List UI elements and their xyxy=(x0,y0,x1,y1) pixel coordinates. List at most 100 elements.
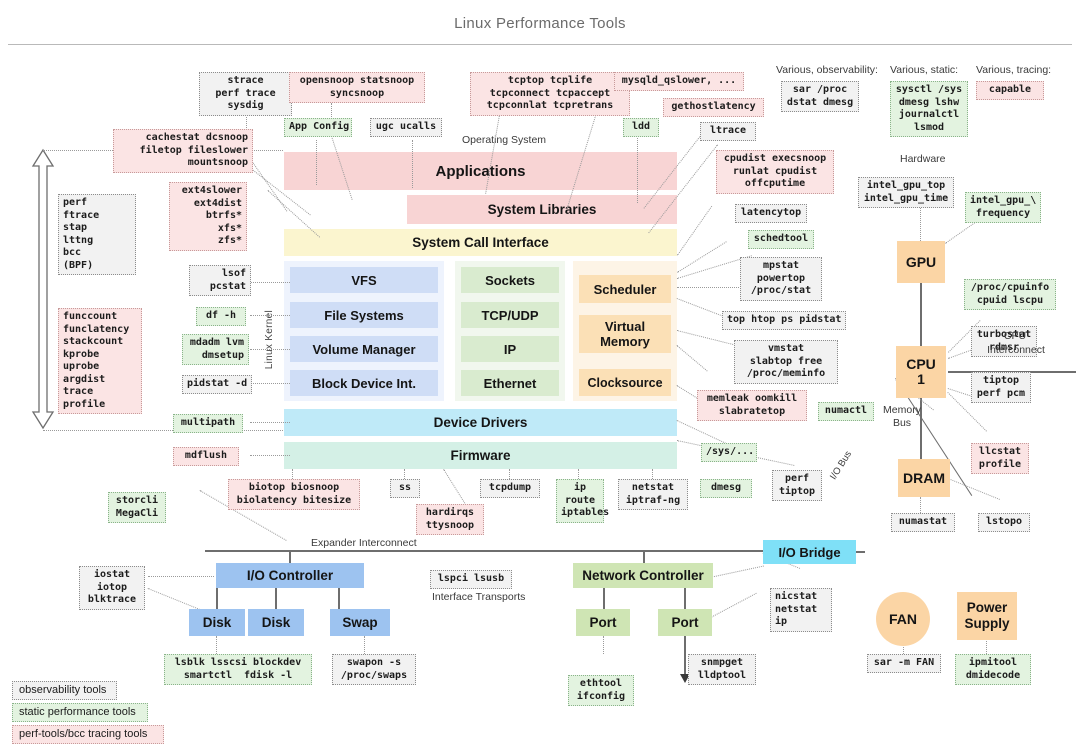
tool-storcli: storcli MegaCli xyxy=(108,492,166,523)
tool-ss: ss xyxy=(390,479,420,498)
hw-fan: FAN xyxy=(876,592,930,646)
leader-cpudist xyxy=(677,205,713,256)
tool-ugc-ucalls: ugc ucalls xyxy=(370,118,442,137)
tool-proc-cpuinfo: /proc/cpuinfo cpuid lscpu xyxy=(964,279,1056,310)
tool-ipmitool: ipmitool dmidecode xyxy=(955,654,1031,685)
tool-tiptop-perf-pcm: tiptop perf pcm xyxy=(971,372,1031,403)
tool-lstopo: lstopo xyxy=(978,513,1030,532)
tool-sar-fan: sar -m FAN xyxy=(867,654,941,673)
legend-static: static performance tools xyxy=(12,703,148,722)
leader-lsblk xyxy=(216,636,217,654)
tool-funccount: funccount funclatency stackcount kprobe … xyxy=(58,308,142,414)
leader-mpstat xyxy=(677,287,749,288)
tool-pidstat-d: pidstat -d xyxy=(182,375,252,394)
tool-latencytop: latencytop xyxy=(735,204,807,223)
tool-llcstat: llcstat profile xyxy=(971,443,1029,474)
tool-perf-group: perf ftrace stap lttng bcc (BPF) xyxy=(58,194,136,275)
tool-swapon: swapon -s /proc/swaps xyxy=(332,654,416,685)
tool-lsof: lsof pcstat xyxy=(189,265,251,296)
leader-mdflush xyxy=(250,455,290,456)
tool-iostat: iostat iotop blktrace xyxy=(79,566,145,610)
tool-capable: capable xyxy=(976,81,1044,100)
tool-schedtool: schedtool xyxy=(748,230,814,249)
leader-mdadm xyxy=(250,349,290,350)
line-iobridge-right xyxy=(855,551,865,553)
leader-swapon xyxy=(364,636,365,654)
tool-lspci: lspci lsusb xyxy=(430,570,512,589)
label-io-bus: I/O Bus xyxy=(828,449,855,482)
legend-tracing: perf-tools/bcc tracing tools xyxy=(12,725,164,744)
hw-dram: DRAM xyxy=(898,459,950,497)
hw-swap: Swap xyxy=(330,609,390,636)
tool-intel-gpu-top: intel_gpu_top intel_gpu_time xyxy=(858,177,954,208)
block-file-systems: File Systems xyxy=(290,302,438,328)
leader-iostat xyxy=(148,576,214,577)
leader-numastat xyxy=(920,497,921,513)
scope-arrow xyxy=(31,148,55,430)
scope-bottom-guide xyxy=(43,430,283,431)
leader-ldd xyxy=(637,135,638,203)
tool-biotop: biotop biosnoop biolatency bitesize xyxy=(228,479,360,510)
leader-nicstat-c xyxy=(705,592,757,621)
tool-intel-gpu-frequency: intel_gpu_\ frequency xyxy=(965,192,1041,223)
tool-ext4slower: ext4slower ext4dist btrfs* xfs* zfs* xyxy=(169,182,247,251)
leader-lstopo xyxy=(947,478,1000,500)
leader-gpu-freq xyxy=(945,220,979,244)
tool-ip-route: ip route iptables xyxy=(556,479,609,523)
hw-io-controller: I/O Controller xyxy=(216,563,364,588)
label-hardware: Hardware xyxy=(900,153,946,165)
block-clocksource: Clocksource xyxy=(579,369,671,396)
tool-lsblk: lsblk lsscsi blockdev smartctl fdisk -l xyxy=(164,654,312,685)
tool-gethostlatency: gethostlatency xyxy=(663,98,764,117)
tool-hardirqs: hardirqs ttysnoop xyxy=(416,504,484,535)
line-ioc-swap xyxy=(338,588,340,609)
leader-vmstat xyxy=(676,330,734,346)
page-title: Linux Performance Tools xyxy=(454,15,626,32)
tool-mdadm: mdadm lvm dmsetup xyxy=(182,334,249,365)
block-sockets: Sockets xyxy=(461,267,559,293)
tool-app-config: App Config xyxy=(284,118,352,137)
leader-appconfig xyxy=(316,140,317,185)
tool-sys-slash: /sys/... xyxy=(701,443,757,462)
hw-port-2: Port xyxy=(658,609,712,636)
leader-multipath xyxy=(250,422,290,423)
label-cpu-interconnect-line1: CPU xyxy=(1003,330,1027,342)
label-expander-interconnect: Expander Interconnect xyxy=(311,537,417,549)
leader-memleak xyxy=(676,345,708,372)
tool-opensnoop: opensnoop statsnoop syncsnoop xyxy=(289,72,425,103)
tool-df-h: df -h xyxy=(196,307,246,326)
tool-memleak: memleak oomkill slabratetop xyxy=(697,390,807,421)
tool-dmesg-right: dmesg xyxy=(700,479,752,498)
label-various-static: Various, static: xyxy=(890,64,959,76)
block-ip: IP xyxy=(461,336,559,362)
hw-disk-1: Disk xyxy=(189,609,245,636)
tool-mpstat: mpstat powertop /proc/stat xyxy=(740,257,822,301)
block-ethernet: Ethernet xyxy=(461,370,559,396)
block-firmware: Firmware xyxy=(284,442,677,469)
block-scheduler: Scheduler xyxy=(579,275,671,303)
tool-ldd: ldd xyxy=(623,118,659,137)
leader-pidstat xyxy=(250,383,290,384)
block-volume-manager: Volume Manager xyxy=(290,336,438,362)
block-tcp-udp: TCP/UDP xyxy=(461,302,559,328)
block-block-device-int: Block Device Int. xyxy=(290,370,438,396)
label-cpu-interconnect-line2: Interconnect xyxy=(987,344,1045,356)
leader-df xyxy=(250,315,290,316)
tool-perf-tiptop: perf tiptop xyxy=(772,470,822,501)
leader-nicstat-b xyxy=(705,565,764,579)
label-various-observability: Various, observability: xyxy=(776,64,878,76)
tool-numastat: numastat xyxy=(891,513,955,532)
block-vfs: VFS xyxy=(290,267,438,293)
hw-io-bridge: I/O Bridge xyxy=(763,540,856,564)
tool-multipath: multipath xyxy=(173,414,243,433)
label-memory-bus-line2: Bus xyxy=(892,417,912,429)
tool-sar-proc: sar /proc dstat dmesg xyxy=(781,81,859,112)
tool-ltrace: ltrace xyxy=(700,122,756,141)
line-gpu-cpu xyxy=(920,283,922,346)
tool-mdflush: mdflush xyxy=(173,447,239,466)
hw-network-controller: Network Controller xyxy=(573,563,713,588)
tool-top-htop: top htop ps pidstat xyxy=(722,311,846,330)
legend-observability: observability tools xyxy=(12,681,117,700)
leader-lsof xyxy=(250,282,290,283)
hw-port-1: Port xyxy=(576,609,630,636)
